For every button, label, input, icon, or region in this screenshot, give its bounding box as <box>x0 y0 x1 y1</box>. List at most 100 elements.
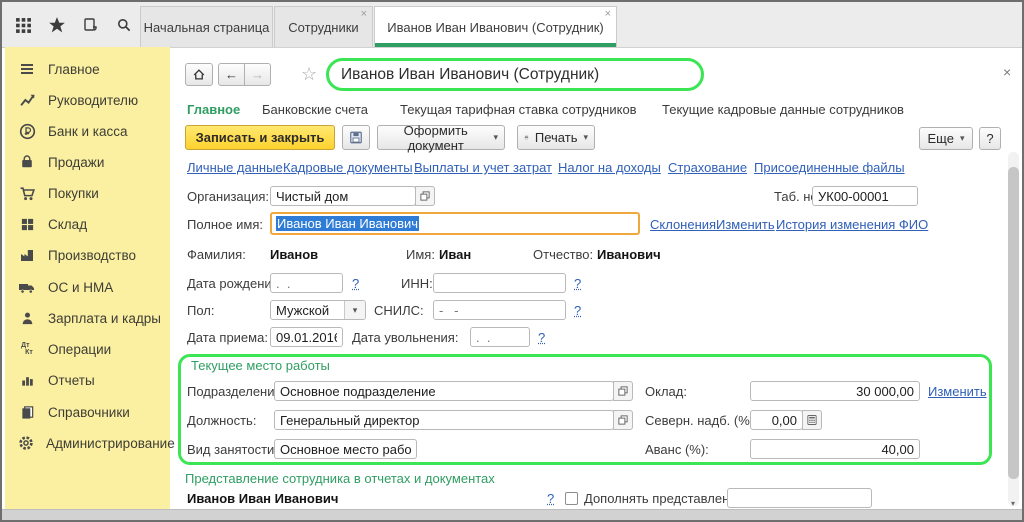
sidebar-item-manager[interactable]: Руководителю <box>5 87 170 113</box>
tab-home-page[interactable]: Начальная страница <box>140 6 273 47</box>
sidebar-item-warehouse[interactable]: Склад <box>5 211 170 237</box>
back-button[interactable]: ← <box>218 63 245 86</box>
nav-tab-bank-accounts[interactable]: Банковские счета <box>262 102 368 117</box>
make-document-button[interactable]: Оформить документ ▾ <box>377 125 505 150</box>
sidebar-item-main[interactable]: Главное <box>5 56 170 82</box>
fio-history-link[interactable]: История изменения ФИО <box>776 217 928 232</box>
full-name-input[interactable]: Иванов Иван Иванович <box>270 212 640 235</box>
birth-date-input[interactable] <box>270 273 343 293</box>
page-title: Иванов Иван Иванович (Сотрудник) <box>341 66 599 84</box>
declensions-link[interactable]: Склонения <box>650 217 716 232</box>
favorite-star-icon[interactable]: ☆ <box>301 64 317 85</box>
middle-name-label: Отчество: <box>533 247 593 262</box>
nav-tab-hr-data[interactable]: Текущие кадровые данные сотрудников <box>662 102 904 117</box>
birth-date-help-link[interactable]: ? <box>352 276 359 291</box>
selected-text: Иванов Иван Иванович <box>276 216 419 231</box>
salary-change-link[interactable]: Изменить <box>928 384 987 399</box>
sidebar-item-payroll-hr[interactable]: Зарплата и кадры <box>5 305 170 331</box>
home-button[interactable] <box>185 63 213 86</box>
save-button[interactable] <box>342 125 370 150</box>
tab-employees[interactable]: Сотрудники × <box>274 6 373 47</box>
cart-icon <box>18 185 36 202</box>
link-payments-costs[interactable]: Выплаты и учет затрат <box>414 160 552 175</box>
forward-button[interactable]: → <box>244 63 271 86</box>
sex-select[interactable]: Мужской ▾ <box>270 300 366 320</box>
northern-allowance-input[interactable] <box>750 410 803 430</box>
tab-number-input[interactable] <box>812 186 918 206</box>
forward-icon: → <box>251 67 264 82</box>
sidebar-item-directories[interactable]: Справочники <box>5 399 170 425</box>
append-representation-input[interactable] <box>727 488 872 508</box>
sidebar-item-purchases[interactable]: Покупки <box>5 180 170 206</box>
salary-input[interactable] <box>750 381 920 401</box>
northern-allowance-label: Северн. надб. (%): <box>645 413 758 428</box>
bar-chart-icon <box>18 372 36 389</box>
link-personal-data[interactable]: Личные данные <box>187 160 283 175</box>
organization-select-icon[interactable] <box>415 186 435 206</box>
sidebar-item-label: Продажи <box>48 155 104 170</box>
position-input[interactable] <box>274 410 614 430</box>
help-button[interactable]: ? <box>979 127 1001 150</box>
debit-credit-icon: ДтКт <box>18 341 36 358</box>
calculator-icon[interactable] <box>802 410 822 430</box>
append-representation-checkbox[interactable] <box>565 492 578 505</box>
print-button[interactable]: Печать ▾ <box>517 125 595 150</box>
inn-input[interactable] <box>433 273 566 293</box>
sidebar-item-sales[interactable]: Продажи <box>5 149 170 175</box>
sidebar-item-label: Покупки <box>48 186 99 201</box>
link-hr-documents[interactable]: Кадровые документы <box>283 160 413 175</box>
nav-tab-tariff-rate[interactable]: Текущая тарифная ставка сотрудников <box>400 102 637 117</box>
snils-help-link[interactable]: ? <box>574 303 581 318</box>
change-name-link[interactable]: Изменить <box>716 217 775 232</box>
history-icon[interactable] <box>78 13 102 37</box>
link-insurance[interactable]: Страхование <box>668 160 747 175</box>
employment-type-input[interactable] <box>274 439 417 459</box>
sidebar-item-bank-cash[interactable]: Банк и касса <box>5 118 170 144</box>
floppy-icon <box>349 130 363 145</box>
inn-label: ИНН: <box>401 276 433 291</box>
form-close-icon[interactable]: × <box>1003 65 1011 79</box>
position-select-icon[interactable] <box>613 410 633 430</box>
tab-bar: Начальная страница Сотрудники × Иванов И… <box>2 2 1022 48</box>
search-icon[interactable] <box>112 13 136 37</box>
sidebar-item-fixed-assets[interactable]: ОС и НМА <box>5 274 170 300</box>
sidebar-item-reports[interactable]: Отчеты <box>5 367 170 393</box>
apps-menu-icon[interactable] <box>11 13 35 37</box>
advance-label: Аванс (%): <box>645 442 709 457</box>
window-bottom-frame <box>2 509 1022 520</box>
scroll-down-icon[interactable]: ▾ <box>1008 499 1018 508</box>
advance-input[interactable] <box>750 439 920 459</box>
more-label: Еще <box>928 131 954 146</box>
organization-input[interactable] <box>270 186 416 206</box>
save-and-close-button[interactable]: Записать и закрыть <box>185 125 335 150</box>
link-attached-files[interactable]: Присоединенные файлы <box>754 160 905 175</box>
favorites-star-icon[interactable] <box>45 13 69 37</box>
representation-help-link[interactable]: ? <box>547 491 554 506</box>
sidebar-item-production[interactable]: Производство <box>5 242 170 268</box>
snils-input[interactable] <box>433 300 566 320</box>
vertical-scrollbar-thumb[interactable] <box>1008 167 1019 479</box>
employment-type-label: Вид занятости: <box>187 442 278 457</box>
inn-help-link[interactable]: ? <box>574 276 581 291</box>
position-label: Должность: <box>187 413 256 428</box>
tab-close-icon[interactable]: × <box>605 9 611 20</box>
tab-close-icon[interactable]: × <box>361 9 367 20</box>
dismissal-date-input[interactable] <box>470 327 530 347</box>
dismissal-date-help-link[interactable]: ? <box>538 330 545 345</box>
last-name-value: Иванов <box>270 247 318 262</box>
sidebar-item-label: Производство <box>48 248 136 263</box>
sidebar-item-administration[interactable]: Администрирование <box>5 430 170 456</box>
middle-name-value: Иванович <box>597 247 661 262</box>
sidebar-item-operations[interactable]: ДтКт Операции <box>5 336 170 362</box>
nav-tab-main[interactable]: Главное <box>187 102 240 117</box>
more-button[interactable]: Еще ▾ <box>919 127 973 150</box>
tab-employee-card[interactable]: Иванов Иван Иванович (Сотрудник) × <box>374 6 617 47</box>
link-income-tax[interactable]: Налог на доходы <box>558 160 661 175</box>
department-select-icon[interactable] <box>613 381 633 401</box>
gear-icon <box>18 435 34 452</box>
sex-label: Пол: <box>187 303 215 318</box>
factory-icon <box>18 247 36 264</box>
hire-date-input[interactable] <box>270 327 343 347</box>
department-input[interactable] <box>274 381 614 401</box>
current-job-section-title: Текущее место работы <box>188 358 333 373</box>
